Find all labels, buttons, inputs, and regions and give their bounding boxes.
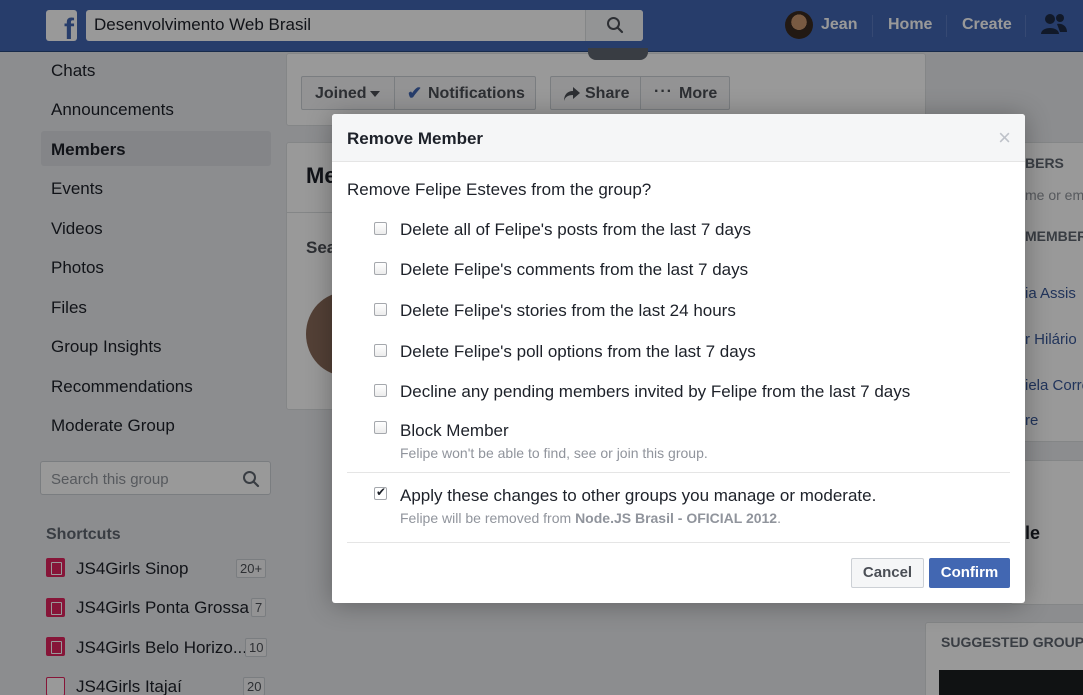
delete-posts-checkbox[interactable] xyxy=(374,222,387,235)
dialog-header: Remove Member × xyxy=(332,114,1025,162)
remove-member-dialog: Remove Member × Remove Felipe Esteves fr… xyxy=(332,114,1025,603)
dialog-divider xyxy=(347,472,1010,473)
option-label[interactable]: Decline any pending members invited by F… xyxy=(400,382,910,402)
option-label[interactable]: Apply these changes to other groups you … xyxy=(400,486,876,506)
block-member-checkbox[interactable] xyxy=(374,421,387,434)
sub-suffix: . xyxy=(777,510,781,526)
delete-comments-checkbox[interactable] xyxy=(374,262,387,275)
cancel-button[interactable]: Cancel xyxy=(851,558,924,588)
dialog-question: Remove Felipe Esteves from the group? xyxy=(347,180,652,199)
sub-prefix: Felipe will be removed from xyxy=(400,510,576,526)
delete-stories-checkbox[interactable] xyxy=(374,303,387,316)
confirm-button[interactable]: Confirm xyxy=(929,558,1010,588)
option-description: Felipe will be removed from Node.JS Bras… xyxy=(400,510,781,526)
option-description: Felipe won't be able to find, see or joi… xyxy=(400,445,708,461)
option-label[interactable]: Delete Felipe's stories from the last 24… xyxy=(400,301,736,321)
option-label[interactable]: Block Member xyxy=(400,421,509,441)
option-label[interactable]: Delete all of Felipe's posts from the la… xyxy=(400,220,751,240)
dialog-divider xyxy=(347,542,1010,543)
delete-poll-options-checkbox[interactable] xyxy=(374,344,387,357)
dialog-title: Remove Member xyxy=(347,129,484,148)
apply-other-groups-checkbox[interactable] xyxy=(374,485,387,500)
close-icon[interactable]: × xyxy=(998,127,1011,149)
group-name: Node.JS Brasil - OFICIAL 2012 xyxy=(575,510,778,526)
option-label[interactable]: Delete Felipe's comments from the last 7… xyxy=(400,260,748,280)
option-label[interactable]: Delete Felipe's poll options from the la… xyxy=(400,342,756,362)
decline-pending-checkbox[interactable] xyxy=(374,384,387,397)
